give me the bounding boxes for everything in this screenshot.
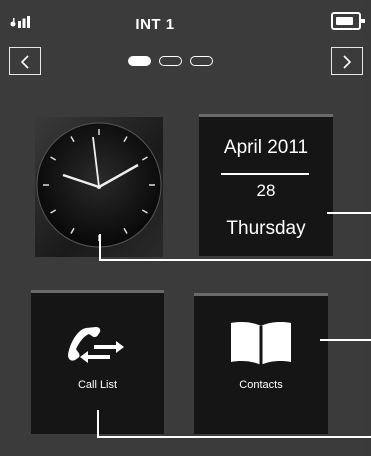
- next-page-button[interactable]: [331, 47, 363, 75]
- date-day: 28: [256, 181, 276, 200]
- page-dot-1: [128, 56, 151, 66]
- contacts-label: Contacts: [239, 379, 283, 391]
- chevron-left-icon: [20, 55, 29, 69]
- date-divider: [221, 173, 309, 175]
- contacts-tile[interactable]: Contacts: [194, 293, 328, 434]
- phone-arrows-icon: [68, 327, 124, 363]
- page-indicator: [128, 56, 218, 68]
- date-weekday: Thursday: [226, 218, 306, 239]
- chevron-right-icon: [343, 55, 352, 69]
- callout-line: [99, 259, 371, 261]
- date-tile[interactable]: April 2011 28 Thursday: [199, 114, 333, 256]
- call-list-label: Call List: [77, 379, 118, 391]
- page-dot-3: [190, 56, 213, 66]
- callout-line: [97, 436, 371, 438]
- page-dot-2: [159, 56, 182, 66]
- callout-line: [327, 212, 371, 214]
- callout-line: [320, 339, 371, 341]
- status-bar: INT 1: [0, 0, 371, 44]
- previous-page-button[interactable]: [9, 47, 41, 75]
- book-icon: [231, 322, 291, 365]
- date-month-year: April 2011: [223, 137, 309, 158]
- home-screen: INT 1 April 2011 28 Thursday Call List C…: [0, 0, 371, 456]
- callout-line: [97, 410, 99, 437]
- handset-title: INT 1: [135, 16, 175, 33]
- callout-line: [99, 234, 101, 260]
- battery-icon: [331, 12, 365, 30]
